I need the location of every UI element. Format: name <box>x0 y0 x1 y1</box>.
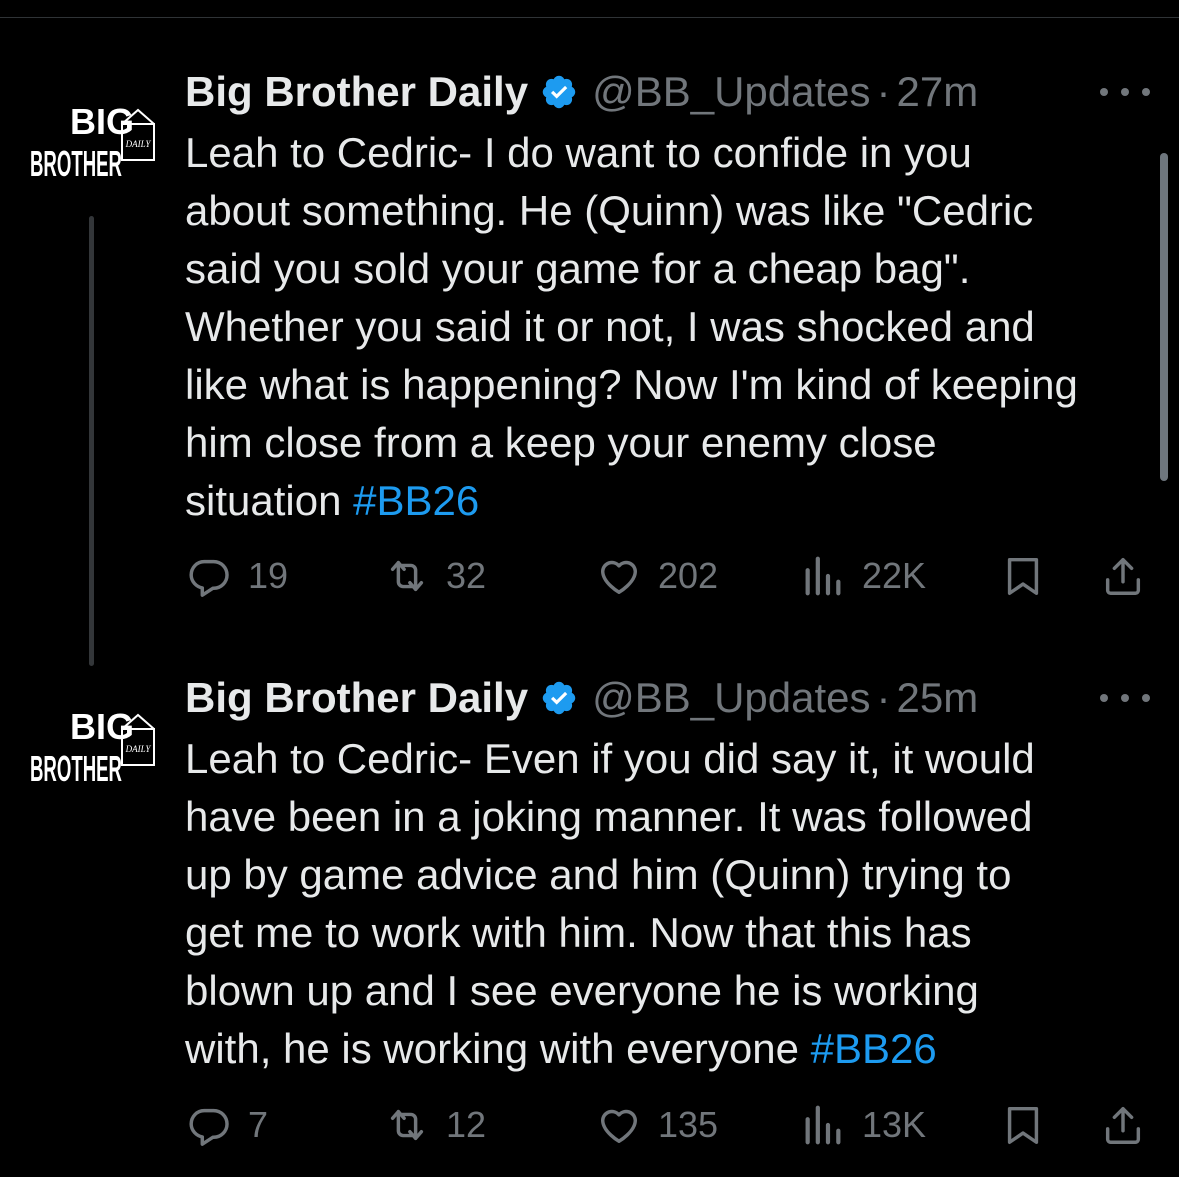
like-button[interactable]: 202 <box>596 546 718 606</box>
logo-tag-text: DAILY <box>125 744 152 754</box>
separator-dot: · <box>876 674 891 721</box>
share-icon <box>1105 557 1141 595</box>
logo-bottom-text: BROTHER <box>30 748 122 789</box>
hashtag-link[interactable]: #BB26 <box>353 477 479 524</box>
author-handle[interactable]: @BB_Updates <box>592 674 870 722</box>
reply-count: 19 <box>248 555 289 596</box>
retweet-count: 32 <box>446 555 487 596</box>
text-line: him close from a keep your enemy close <box>185 419 937 466</box>
author-name[interactable]: Big Brother Daily <box>185 68 528 116</box>
text-line: get me to work with him. Now that this h… <box>185 909 972 956</box>
tweet-text: Leah to Cedric- I do want to confide in … <box>185 124 1155 530</box>
text-line-last: with, he is working with everyone #BB26 <box>185 1020 1155 1078</box>
retweet-count: 12 <box>446 1104 487 1145</box>
text-line: said you sold your game for a cheap bag"… <box>185 245 971 292</box>
like-count: 202 <box>658 555 719 596</box>
reply-button[interactable]: 7 <box>186 1095 268 1155</box>
more-icon[interactable] <box>1100 688 1150 708</box>
scrollbar-thumb[interactable] <box>1160 153 1168 481</box>
bookmark-icon <box>1007 1106 1039 1144</box>
verified-badge-icon <box>542 681 576 715</box>
views-button[interactable]: 13K <box>800 1095 926 1155</box>
like-icon <box>600 560 638 595</box>
reply-count: 7 <box>248 1104 269 1145</box>
views-button[interactable]: 22K <box>800 546 926 606</box>
author-handle[interactable]: @BB_Updates <box>592 68 870 116</box>
like-button[interactable]: 135 <box>596 1095 718 1155</box>
like-count: 135 <box>658 1104 719 1145</box>
text-line-last: situation #BB26 <box>185 472 1155 530</box>
views-count: 13K <box>862 1104 927 1145</box>
text-segment: situation <box>185 477 342 524</box>
share-icon <box>1105 1106 1141 1144</box>
like-icon <box>600 1109 638 1144</box>
avatar[interactable]: BIG DAILY BROTHER <box>30 697 160 789</box>
separator-dot: · <box>876 68 891 115</box>
hashtag-link[interactable]: #BB26 <box>811 1025 937 1072</box>
reply-icon <box>189 559 229 597</box>
reply-icon <box>189 1108 229 1146</box>
text-line: about something. He (Quinn) was like "Ce… <box>185 187 1034 234</box>
bookmark-button[interactable] <box>1000 1095 1046 1155</box>
timestamp[interactable]: 25m <box>897 674 979 722</box>
share-button[interactable] <box>1100 546 1146 606</box>
bookmark-icon <box>1007 557 1039 595</box>
share-button[interactable] <box>1100 1095 1146 1155</box>
text-line: like what is happening? Now I'm kind of … <box>185 361 1078 408</box>
top-divider <box>0 17 1179 18</box>
action-bar: 7 12 135 13K <box>0 1095 1179 1155</box>
text-line: have been in a joking manner. It was fol… <box>185 793 1033 840</box>
text-line: up by game advice and him (Quinn) trying… <box>185 851 1012 898</box>
views-count: 22K <box>862 555 927 596</box>
retweet-button[interactable]: 12 <box>384 1095 486 1155</box>
views-icon <box>805 1105 841 1145</box>
text-segment: with, he is working with everyone <box>185 1025 799 1072</box>
reply-button[interactable]: 19 <box>186 546 288 606</box>
avatar[interactable]: BIG DAILY BROTHER <box>30 92 160 184</box>
author-name[interactable]: Big Brother Daily <box>185 674 528 722</box>
text-line: blown up and I see everyone he is workin… <box>185 967 979 1014</box>
verified-badge-icon <box>542 75 576 109</box>
action-bar: 19 32 202 22K <box>0 546 1179 606</box>
text-line: Leah to Cedric- I do want to confide in … <box>185 129 972 176</box>
views-icon <box>805 556 841 596</box>
text-line: Whether you said it or not, I was shocke… <box>185 303 1035 350</box>
tweet-text: Leah to Cedric- Even if you did say it, … <box>185 730 1155 1078</box>
tweet-header: Big Brother Daily @BB_Updates · 25m <box>185 674 978 722</box>
retweet-icon <box>390 1109 424 1141</box>
more-icon[interactable] <box>1100 82 1150 102</box>
retweet-button[interactable]: 32 <box>384 546 486 606</box>
bookmark-button[interactable] <box>1000 546 1046 606</box>
retweet-icon <box>390 560 424 592</box>
text-line: Leah to Cedric- Even if you did say it, … <box>185 735 1035 782</box>
logo-bottom-text: BROTHER <box>30 143 122 184</box>
timestamp[interactable]: 27m <box>897 68 979 116</box>
logo-tag-text: DAILY <box>125 139 152 149</box>
tweet-header: Big Brother Daily @BB_Updates · 27m <box>185 68 978 116</box>
